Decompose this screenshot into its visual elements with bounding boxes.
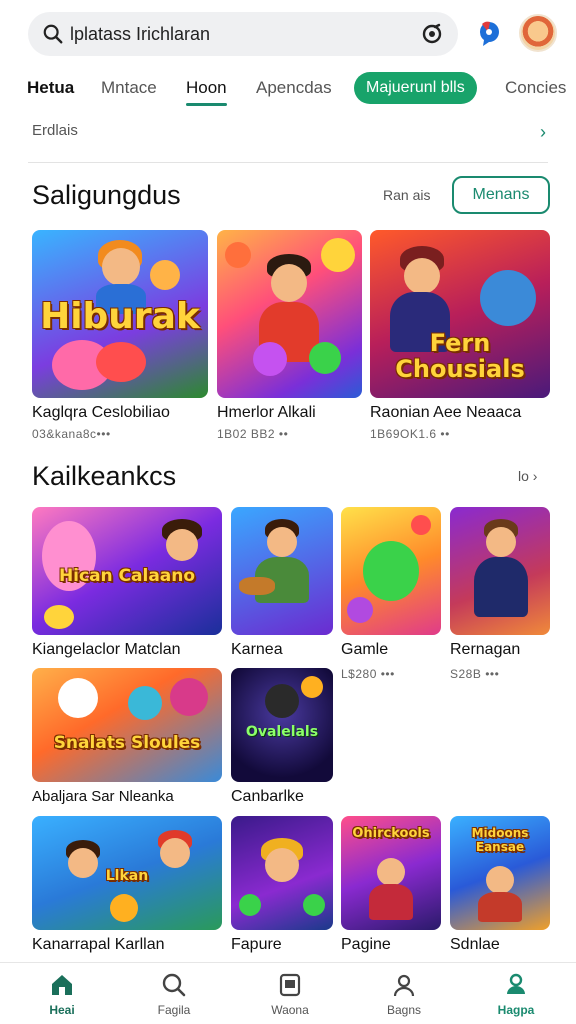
chevron-right-icon: › [528, 468, 538, 484]
section2-title: Kailkeankcs [32, 461, 177, 491]
section1-button[interactable]: Menans [452, 176, 550, 214]
lens-icon[interactable] [420, 22, 444, 46]
game-title: Pagine [341, 936, 391, 953]
search-bar[interactable]: lplatass Irichlaran [28, 12, 458, 56]
tab-hetua[interactable]: Hetua [27, 78, 74, 98]
game-title: Gamle [341, 641, 389, 658]
game-title: Kiangelaclor Matclan [32, 641, 181, 658]
game-thumbnail: Ohirckools [341, 816, 441, 930]
game-title: Sdnlae [450, 936, 500, 953]
game-title: Raonian Aee Neaaca [370, 404, 522, 421]
tab-majuerunl[interactable]: Majuerunl blls [354, 72, 477, 104]
game-card[interactable]: Rernagan S28B ••• [450, 507, 550, 687]
game-card[interactable]: Fapure [231, 816, 333, 958]
tab-hoon[interactable]: Hoon [186, 78, 227, 106]
bottom-nav: Heai Fagila Waona Bagns Hagpa [0, 962, 576, 1024]
game-card[interactable]: Snalats Sloules Abaljara Sar Nleanka [32, 668, 222, 808]
game-title: Kaglqra Ceslobiliao [32, 404, 170, 421]
search-input[interactable]: lplatass Irichlaran [70, 24, 420, 45]
section1-see-all[interactable]: Ran ais [383, 187, 430, 203]
art-title: Midoons Eansae [471, 826, 529, 854]
game-card[interactable]: Hiburak Kaglqra Ceslobiliao 03&kana8c••• [32, 230, 208, 444]
tab-mntace[interactable]: Mntace [101, 78, 157, 98]
subheader-label: Erdlais [32, 122, 78, 139]
game-thumbnail [231, 816, 333, 930]
tab-concies[interactable]: Concies [505, 78, 566, 98]
game-card[interactable]: Ohirckools Pagine [341, 816, 441, 958]
game-card[interactable]: Gamle L$280 ••• [341, 507, 441, 687]
divider [28, 162, 548, 163]
game-meta: 03&kana8c••• [32, 427, 111, 441]
game-thumbnail [231, 507, 333, 635]
art-title: Llkan [105, 868, 149, 884]
game-meta: L$280 ••• [341, 667, 395, 681]
game-title: Karnea [231, 641, 283, 658]
section2-see-all[interactable]: lo › [518, 468, 537, 484]
game-card[interactable]: Karnea [231, 507, 333, 687]
game-title: Kanarrapal Karllan [32, 936, 165, 953]
game-title: Fapure [231, 936, 282, 953]
nav-item-bagns[interactable]: Bagns [364, 971, 444, 1017]
game-meta: 1B02 BB2 •• [217, 427, 289, 441]
search-icon [43, 24, 63, 44]
art-title: Ovalelals [245, 724, 319, 740]
game-thumbnail: Hican Calaano [32, 507, 222, 635]
art-title: Ohirckools [352, 826, 430, 841]
game-title: Rernagan [450, 641, 521, 658]
profile-icon [393, 974, 415, 997]
game-thumbnail [217, 230, 362, 398]
game-thumbnail: Fern Chousials [370, 230, 550, 398]
game-title: Abaljara Sar Nleanka [32, 788, 174, 805]
home-icon [52, 975, 72, 995]
nav-item-fagila[interactable]: Fagila [134, 971, 214, 1017]
nav-label: Waona [271, 1003, 309, 1017]
nav-item-waona[interactable]: Waona [250, 971, 330, 1017]
see-all-label: lo [518, 468, 529, 484]
game-card[interactable]: Midoons Eansae Sdnlae [450, 816, 550, 958]
section1-title: Saligungdus [32, 180, 181, 210]
art-title: Hiburak [40, 296, 200, 337]
game-card[interactable]: Ovalelals Canbarlke [231, 668, 333, 808]
game-meta: S28B ••• [450, 667, 500, 681]
game-thumbnail [450, 507, 550, 635]
subheader-row[interactable]: Erdlais › [32, 122, 552, 146]
game-thumbnail: Hiburak [32, 230, 208, 398]
game-card[interactable]: Llkan Kanarrapal Karllan [32, 816, 222, 958]
art-title: Hican Calaano [58, 566, 196, 586]
game-card[interactable]: Fern Chousials Raonian Aee Neaaca 1B69OK… [370, 230, 550, 444]
game-thumbnail: Snalats Sloules [32, 668, 222, 782]
category-tabs: Hetua Mntace Hoon Apencdas Majuerunl bll… [0, 68, 576, 110]
notification-icon[interactable] [474, 18, 504, 48]
game-title: Hmerlor Alkali [217, 404, 316, 421]
game-thumbnail [341, 507, 441, 635]
game-thumbnail: Midoons Eansae [450, 816, 550, 930]
game-card[interactable]: Hican Calaano Kiangelaclor Matclan [32, 507, 222, 658]
tab-apencdas[interactable]: Apencdas [256, 78, 332, 98]
art-title: Fern Chousials [395, 329, 525, 383]
chevron-right-icon: › [540, 122, 546, 142]
art-title: Snalats Sloules [53, 733, 201, 753]
nav-label: Fagila [157, 1003, 191, 1017]
nav-item-heai[interactable]: Heai [22, 971, 102, 1017]
game-card[interactable]: Hmerlor Alkali 1B02 BB2 •• [217, 230, 362, 444]
nav-item-hagpa[interactable]: Hagpa [476, 971, 556, 1017]
avatar[interactable] [519, 14, 557, 52]
account-icon [507, 973, 525, 994]
game-thumbnail: Ovalelals [231, 668, 333, 782]
top-bar: lplatass Irichlaran [0, 0, 576, 66]
nav-label: Hagpa [497, 1003, 535, 1017]
search-icon [162, 973, 186, 997]
library-icon [279, 973, 301, 997]
game-thumbnail: Llkan [32, 816, 222, 930]
nav-label: Bagns [386, 1003, 422, 1017]
game-meta: 1B69OK1.6 •• [370, 427, 450, 441]
game-title: Canbarlke [231, 788, 304, 805]
nav-label: Heai [49, 1003, 75, 1017]
